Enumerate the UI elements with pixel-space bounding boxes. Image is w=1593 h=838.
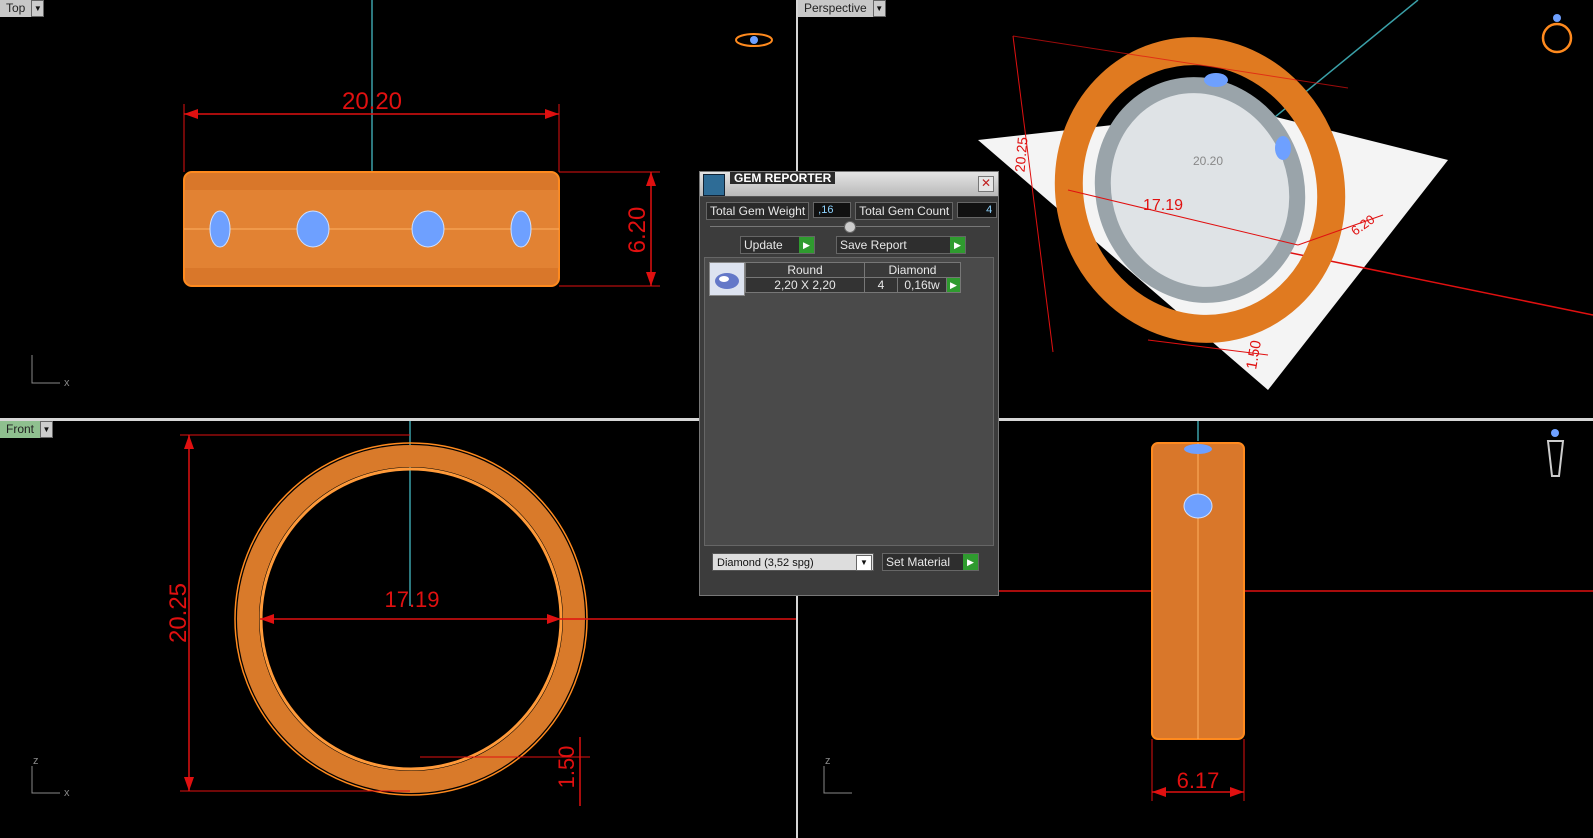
gem-reporter-dialog: GEM REPORTER ✕ Total Gem Weight ,16 Tota…	[699, 171, 999, 596]
tab-front[interactable]: Front ▼	[0, 421, 54, 438]
viewport-label: Top	[0, 0, 32, 17]
set-material-label: Set Material	[886, 555, 951, 569]
viewport-front[interactable]: 17.19 20.25 1.50 z x Front ▼	[0, 421, 796, 838]
viewport-top[interactable]: 20.20 6.20 x Top ▼	[0, 0, 796, 418]
dim-top-label: 20.20	[1193, 154, 1223, 168]
table-row[interactable]: 2,20 X 2,20 4 0,16tw ▶	[745, 277, 961, 293]
chevron-down-icon[interactable]: ▼	[856, 555, 872, 571]
dim-outer-label: 20.25	[165, 583, 192, 643]
axis-z-label: z	[33, 755, 39, 767]
gem-3	[411, 210, 445, 248]
gem-list-panel: Round Diamond 2,20 X 2,20 4 0,16tw ▶	[704, 257, 994, 546]
gem-1	[209, 210, 231, 248]
front-view-drawing: 17.19 20.25 1.50 z x	[31, 421, 796, 806]
gem-2	[296, 210, 330, 248]
chevron-down-icon[interactable]: ▼	[872, 0, 886, 17]
totals-row: Total Gem Weight ,16 Total Gem Count 4	[706, 202, 998, 220]
axis-z-label: z	[825, 755, 831, 767]
dim-inner-label: 17.19	[384, 587, 439, 612]
dialog-title: GEM REPORTER	[730, 172, 836, 184]
viewport-label: Perspective	[798, 0, 873, 17]
gem-table: Round Diamond 2,20 X 2,20 4 0,16tw ▶	[745, 262, 961, 293]
table-header-shape: Round	[745, 262, 865, 278]
tab-top[interactable]: Top ▼	[0, 0, 45, 17]
play-icon: ▶	[950, 237, 965, 253]
gem-count: 4	[864, 277, 898, 293]
total-count-label: Total Gem Count	[855, 202, 954, 220]
dim-height-label: 6.20	[624, 207, 651, 254]
dialog-titlebar[interactable]: GEM REPORTER ✕	[700, 172, 998, 197]
gem-weight: 0,16tw	[897, 277, 947, 293]
axis-x-label: x	[64, 787, 70, 799]
total-weight-value: ,16	[813, 202, 852, 218]
material-select-value: Diamond (3,52 spg)	[717, 557, 814, 569]
close-button[interactable]: ✕	[978, 176, 994, 192]
play-icon: ▶	[799, 237, 814, 253]
set-material-button[interactable]: Set Material ▶	[882, 553, 979, 571]
total-count-value: 4	[957, 202, 998, 218]
dim-width-label: 20.20	[342, 88, 402, 115]
gem-reporter-icon	[703, 174, 725, 196]
gem-thumbnail[interactable]	[709, 262, 745, 296]
top-view-drawing: 20.20 6.20 x	[31, 0, 773, 389]
update-label: Update	[744, 238, 783, 252]
total-weight-label: Total Gem Weight	[706, 202, 810, 220]
collapse-knob[interactable]	[844, 221, 856, 233]
select-gem-button[interactable]: ▶	[946, 277, 961, 293]
gem-side	[1183, 493, 1213, 519]
material-select[interactable]: Diamond (3,52 spg) ▼	[712, 553, 874, 571]
save-report-button[interactable]: Save Report ▶	[836, 236, 966, 254]
dim-width-label: 6.17	[1177, 768, 1220, 793]
chevron-down-icon[interactable]: ▼	[31, 0, 45, 17]
gem-4	[510, 210, 532, 248]
ring-nav-icon	[1546, 440, 1565, 477]
viewport-label: Front	[0, 421, 41, 438]
dim-outer-label: 20.25	[1012, 136, 1031, 173]
table-header-material: Diamond	[864, 262, 961, 278]
save-report-label: Save Report	[840, 238, 907, 252]
tab-perspective[interactable]: Perspective ▼	[798, 0, 886, 17]
dim-inner-label: 17.19	[1143, 197, 1183, 214]
gem-size: 2,20 X 2,20	[745, 277, 865, 293]
axis-x-label: x	[64, 377, 70, 389]
update-button[interactable]: Update ▶	[740, 236, 815, 254]
ring-nav-icon	[1541, 22, 1573, 54]
chevron-down-icon[interactable]: ▼	[40, 421, 54, 438]
play-icon: ▶	[963, 554, 978, 570]
dim-thick-label: 1.50	[554, 746, 579, 789]
